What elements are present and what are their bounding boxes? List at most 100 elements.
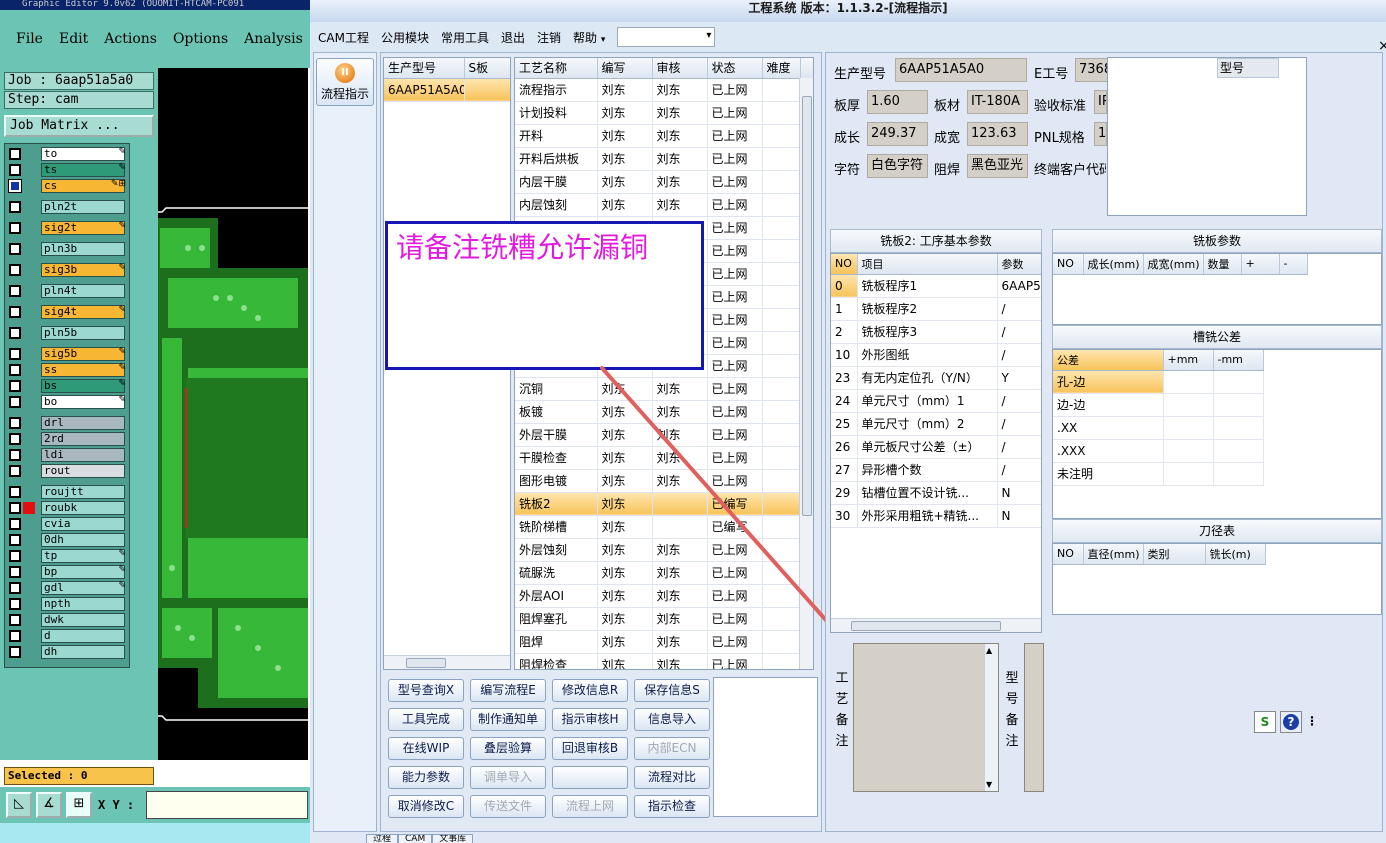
menu-options[interactable]: Options bbox=[173, 31, 228, 47]
board-header-no[interactable]: NO bbox=[1053, 254, 1084, 275]
layer-row[interactable]: sig5b ✎ bbox=[6, 346, 128, 362]
layer-name[interactable]: sig2t bbox=[41, 221, 125, 235]
pnl-field[interactable]: 1 bbox=[1094, 122, 1107, 146]
menu-actions[interactable]: Actions bbox=[104, 31, 157, 47]
layer-row[interactable]: roubk bbox=[6, 500, 128, 516]
slot-header-minus[interactable]: -mm bbox=[1213, 350, 1264, 371]
help-icon[interactable]: ? bbox=[1280, 711, 1302, 733]
model-field[interactable]: 6AAP51A5A0 bbox=[895, 58, 1027, 82]
action-button[interactable]: 传送文件 bbox=[470, 795, 546, 818]
model-grid-hscroll[interactable] bbox=[384, 655, 510, 669]
layer-row[interactable]: d bbox=[6, 628, 128, 644]
table-row[interactable]: 30 外形采用粗铣+精铣... N bbox=[831, 504, 1041, 528]
layer-row[interactable]: ss ✎ bbox=[6, 362, 128, 378]
menu-exit[interactable]: 退出 bbox=[501, 29, 525, 46]
scroll-down-icon[interactable]: ▼ bbox=[986, 780, 992, 789]
menu-edit[interactable]: Edit bbox=[59, 31, 88, 47]
table-row[interactable]: 开料 刘东 刘东 已上网 bbox=[515, 124, 813, 148]
toolbar-dropdown[interactable] bbox=[617, 27, 716, 47]
process-header-difficulty[interactable]: 难度 bbox=[762, 58, 801, 79]
thickness-field[interactable]: 1.60 bbox=[867, 90, 928, 114]
material-field[interactable]: IT-180A bbox=[967, 90, 1028, 114]
more-icon[interactable]: ⋮ bbox=[1306, 711, 1318, 733]
process-header-writer[interactable]: 编写 bbox=[597, 58, 653, 79]
layer-checkbox[interactable] bbox=[9, 243, 21, 255]
layer-name[interactable]: 0dh bbox=[41, 533, 125, 547]
table-row[interactable]: 内层干膜 刘东 刘东 已上网 bbox=[515, 170, 813, 194]
action-button[interactable]: 修改信息R bbox=[552, 679, 628, 702]
solder-mask-field[interactable]: 黑色亚光 bbox=[967, 154, 1028, 178]
grid-snap-icon[interactable]: ⊞ bbox=[66, 792, 92, 818]
layer-checkbox[interactable] bbox=[9, 449, 21, 461]
layer-name[interactable]: pln3b bbox=[41, 242, 125, 256]
layer-name[interactable]: roubk bbox=[41, 501, 125, 515]
model-header-s-board[interactable]: S板 bbox=[464, 58, 510, 79]
layer-checkbox[interactable] bbox=[9, 614, 21, 626]
action-button[interactable]: 保存信息S bbox=[634, 679, 710, 702]
xy-coordinate-input[interactable] bbox=[146, 791, 308, 819]
layer-checkbox[interactable] bbox=[9, 598, 21, 610]
layer-row[interactable]: gdl ✎ bbox=[6, 580, 128, 596]
layer-name[interactable]: bo bbox=[41, 395, 125, 409]
layer-row[interactable]: ldi bbox=[6, 447, 128, 463]
layer-row[interactable]: rout bbox=[6, 463, 128, 479]
scroll-thumb[interactable] bbox=[851, 621, 1001, 631]
table-row[interactable]: 24 单元尺寸（mm）1/ bbox=[831, 389, 1041, 413]
layer-name[interactable]: d bbox=[41, 629, 125, 643]
layer-row[interactable]: bs ✎ bbox=[6, 378, 128, 394]
layer-name[interactable]: sig3b bbox=[41, 263, 125, 277]
process-header-name[interactable]: 工艺名称 bbox=[515, 58, 598, 79]
table-row[interactable]: 孔-边 bbox=[1053, 370, 1264, 394]
layer-checkbox[interactable] bbox=[9, 364, 21, 376]
action-button[interactable]: 工具完成 bbox=[388, 708, 464, 731]
board-header-qty[interactable]: 数量 bbox=[1203, 254, 1242, 275]
layer-name[interactable]: bs bbox=[41, 379, 125, 393]
model-header-model[interactable]: 生产型号 bbox=[384, 58, 465, 79]
layer-row[interactable]: pln4t bbox=[6, 283, 128, 299]
action-button[interactable]: 流程对比 bbox=[634, 766, 710, 789]
table-row[interactable]: 开料后烘板 刘东 刘东 已上网 bbox=[515, 147, 813, 171]
layer-checkbox[interactable] bbox=[9, 582, 21, 594]
process-memo-input[interactable]: ▲ ▼ bbox=[853, 643, 999, 792]
memo-vscroll[interactable]: ▲ ▼ bbox=[984, 644, 998, 791]
tab-process[interactable]: 过程 bbox=[366, 834, 399, 843]
job-matrix-button[interactable]: Job Matrix ... bbox=[4, 115, 154, 137]
menu-public-module[interactable]: 公用模块 bbox=[381, 29, 429, 46]
layer-name[interactable]: roujtt bbox=[41, 485, 125, 499]
tab-docs[interactable]: 文事库 bbox=[432, 834, 474, 843]
layer-checkbox[interactable] bbox=[9, 518, 21, 530]
layer-checkbox[interactable] bbox=[9, 646, 21, 658]
action-button[interactable]: 在线WIP bbox=[388, 737, 464, 760]
layer-checkbox[interactable] bbox=[9, 148, 21, 160]
layer-checkbox[interactable] bbox=[9, 502, 21, 514]
layer-row[interactable]: 0dh bbox=[6, 532, 128, 548]
tool-header-diameter[interactable]: 直径(mm) bbox=[1083, 544, 1144, 565]
layer-name[interactable]: dh bbox=[41, 645, 125, 659]
measure-icon[interactable]: ∡ bbox=[36, 792, 62, 818]
tool-header-type[interactable]: 类别 bbox=[1143, 544, 1206, 565]
board-header-length[interactable]: 成长(mm) bbox=[1083, 254, 1144, 275]
tab-cam[interactable]: CAM bbox=[398, 834, 433, 843]
route-header-no[interactable]: NO bbox=[831, 254, 858, 275]
s-app-icon[interactable]: S bbox=[1254, 711, 1276, 733]
action-button[interactable]: 型号查询X bbox=[388, 679, 464, 702]
board-header-minus[interactable]: - bbox=[1279, 254, 1308, 275]
table-row[interactable]: 流程指示 刘东 刘东 已上网 bbox=[515, 78, 813, 102]
table-row[interactable]: 26 单元板尺寸公差（±） / bbox=[831, 435, 1041, 459]
layer-row[interactable]: sig3b ✎ bbox=[6, 262, 128, 278]
layer-row[interactable]: dwk bbox=[6, 612, 128, 628]
scroll-up-icon[interactable]: ▲ bbox=[986, 646, 992, 655]
layer-checkbox[interactable] bbox=[9, 566, 21, 578]
table-row[interactable]: 1 铣板程序2/ bbox=[831, 297, 1041, 321]
layer-checkbox[interactable] bbox=[9, 433, 21, 445]
layer-checkbox[interactable] bbox=[9, 327, 21, 339]
layer-name[interactable]: sig5b bbox=[41, 347, 125, 361]
length-field[interactable]: 249.37 bbox=[867, 122, 928, 146]
layer-row[interactable]: tp ✎ bbox=[6, 548, 128, 564]
layer-checkbox[interactable] bbox=[9, 285, 21, 297]
process-header-reviewer[interactable]: 审核 bbox=[652, 58, 708, 79]
layer-checkbox[interactable] bbox=[9, 534, 21, 546]
layer-name[interactable]: ldi bbox=[41, 448, 125, 462]
layer-checkbox[interactable] bbox=[9, 465, 21, 477]
tool-header-no[interactable]: NO bbox=[1053, 544, 1084, 565]
